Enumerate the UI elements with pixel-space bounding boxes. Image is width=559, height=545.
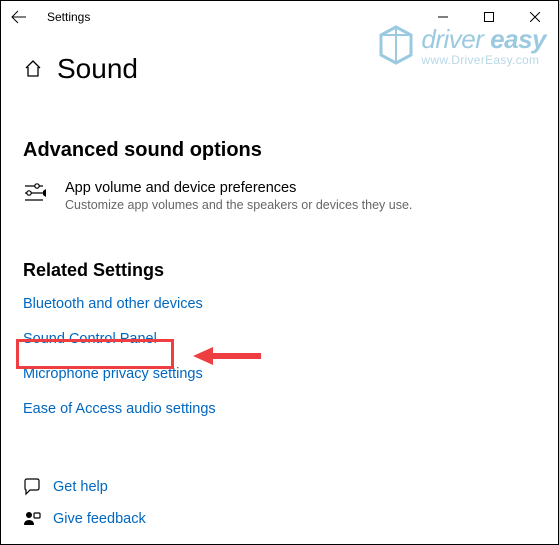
give-feedback-link[interactable]: Give feedback (23, 510, 146, 528)
maximize-button[interactable] (466, 1, 512, 33)
feedback-icon (23, 510, 41, 528)
link-bluetooth[interactable]: Bluetooth and other devices (23, 296, 203, 312)
titlebar: Settings (1, 1, 558, 33)
pref-title: App volume and device preferences (65, 180, 412, 196)
advanced-heading: Advanced sound options (23, 139, 536, 162)
close-button[interactable] (512, 1, 558, 33)
maximize-icon (484, 12, 494, 22)
link-ease-of-access[interactable]: Ease of Access audio settings (23, 401, 216, 417)
back-button[interactable] (9, 7, 29, 27)
window-controls (420, 1, 558, 33)
get-help-link[interactable]: Get help (23, 478, 146, 496)
minimize-icon (438, 12, 448, 22)
home-icon[interactable] (23, 59, 43, 79)
app-title: Settings (47, 10, 90, 24)
content-area: Advanced sound options App volume and de… (1, 139, 558, 435)
related-heading: Related Settings (23, 260, 536, 281)
page-title: Sound (57, 53, 138, 85)
back-arrow-icon (11, 9, 27, 25)
get-help-label: Get help (53, 479, 108, 495)
footer-links: Get help Give feedback (23, 478, 146, 528)
close-icon (530, 12, 540, 22)
sliders-icon (23, 180, 49, 206)
pref-desc: Customize app volumes and the speakers o… (65, 198, 412, 212)
link-mic-privacy[interactable]: Microphone privacy settings (23, 366, 203, 382)
app-volume-preferences[interactable]: App volume and device preferences Custom… (23, 180, 536, 212)
chat-icon (23, 478, 41, 496)
page-header: Sound (1, 33, 558, 93)
minimize-button[interactable] (420, 1, 466, 33)
link-sound-control-panel[interactable]: Sound Control Panel (23, 331, 157, 347)
feedback-label: Give feedback (53, 511, 146, 527)
